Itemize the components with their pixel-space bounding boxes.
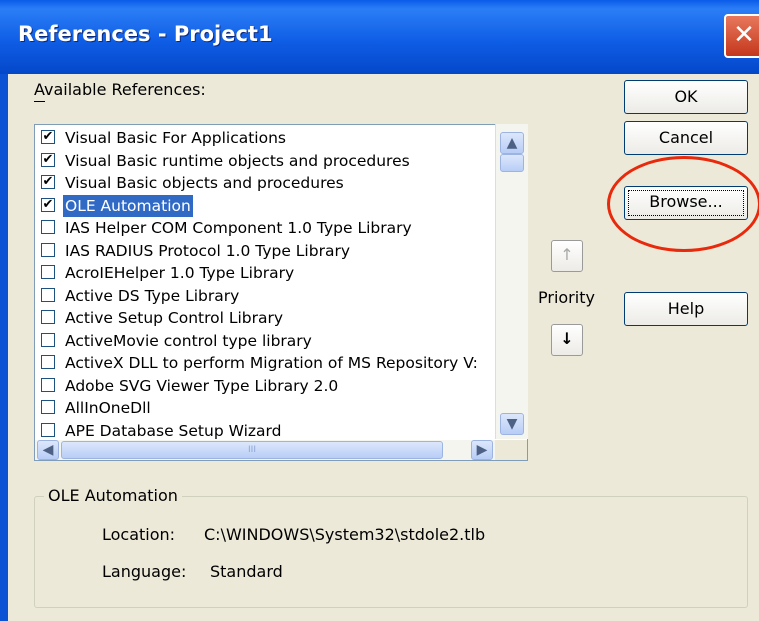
references-list[interactable]: ✔ Visual Basic For Applications ✔ Visual Ba…: [34, 124, 528, 461]
ok-button[interactable]: OK: [624, 80, 748, 114]
reference-item[interactable]: ✔ Visual Basic objects and procedures: [35, 172, 511, 195]
reference-label: Visual Basic For Applications: [65, 129, 286, 147]
reference-item[interactable]: ✔ Visual Basic runtime objects and proced…: [35, 150, 511, 173]
horizontal-scroll-thumb[interactable]: III: [61, 441, 443, 459]
scroll-thumb[interactable]: [500, 154, 524, 172]
reference-checkbox[interactable]: [41, 242, 55, 257]
arrow-up-icon: ↑: [560, 245, 574, 264]
reference-label: APE Database Setup Wizard: [65, 421, 282, 440]
reference-item[interactable]: Active DS Type Library: [35, 285, 511, 308]
reference-item[interactable]: ✔ Visual Basic For Applications: [35, 127, 511, 150]
reference-label: OLE Automation: [63, 194, 193, 217]
reference-checkbox[interactable]: [41, 220, 55, 234]
reference-label: Active Setup Control Library: [65, 309, 284, 327]
close-button[interactable]: ✕: [724, 14, 759, 58]
details-group-title: OLE Automation: [44, 486, 182, 505]
location-value: C:\WINDOWS\System32\stdole2.tlb: [204, 525, 486, 544]
chevron-down-icon: ▼: [506, 416, 518, 432]
chevron-up-icon: ▲: [506, 135, 518, 151]
scroll-left-button[interactable]: ◀: [37, 440, 59, 460]
scroll-right-button[interactable]: ▶: [471, 440, 493, 460]
reference-checkbox[interactable]: ✔: [41, 130, 55, 144]
references-dialog: References - Project1 ✕ Available Refere…: [0, 0, 759, 621]
window-border: [0, 74, 8, 621]
reference-item[interactable]: Active Setup Control Library: [35, 307, 511, 330]
chevron-right-icon: ▶: [476, 442, 488, 458]
reference-item[interactable]: Adobe SVG Viewer Type Library 2.0: [35, 375, 511, 398]
reference-checkbox[interactable]: [41, 265, 55, 279]
available-references-label: Available References:: [34, 80, 206, 99]
reference-item[interactable]: APE Database Setup Wizard: [35, 420, 511, 443]
title-bar[interactable]: References - Project1 ✕: [0, 0, 759, 74]
reference-item[interactable]: IAS RADIUS Protocol 1.0 Type Library: [35, 240, 511, 263]
reference-item[interactable]: AllInOneDll: [35, 397, 511, 420]
reference-item[interactable]: ✔ OLE Automation: [35, 194, 511, 218]
reference-label: IAS Helper COM Component 1.0 Type Librar…: [65, 219, 412, 237]
location-label: Location:: [102, 525, 176, 544]
reference-label: Adobe SVG Viewer Type Library 2.0: [65, 376, 339, 395]
reference-checkbox[interactable]: ✔: [41, 175, 55, 189]
reference-label: Visual Basic runtime objects and procedu…: [65, 151, 410, 170]
reference-label: IAS RADIUS Protocol 1.0 Type Library: [65, 241, 350, 260]
details-group: [34, 496, 748, 608]
chevron-left-icon: ◀: [42, 442, 54, 458]
scroll-corner: [495, 440, 527, 460]
reference-checkbox[interactable]: [41, 287, 55, 302]
priority-label: Priority: [538, 288, 595, 307]
language-value: Standard: [210, 562, 283, 581]
reference-label: ActiveX DLL to perform Migration of MS R…: [65, 354, 478, 372]
cancel-button[interactable]: Cancel: [624, 121, 748, 155]
reference-label: Visual Basic objects and procedures: [65, 174, 344, 192]
window-title: References - Project1: [18, 22, 273, 46]
accelerator-underline: [34, 101, 45, 102]
scroll-up-button[interactable]: ▲: [500, 132, 524, 154]
reference-label: AcroIEHelper 1.0 Type Library: [65, 264, 295, 282]
references-list-items: ✔ Visual Basic For Applications ✔ Visual Ba…: [35, 127, 511, 442]
reference-label: ActiveMovie control type library: [65, 331, 312, 350]
grip-icon: III: [248, 445, 256, 455]
scroll-down-button[interactable]: ▼: [500, 413, 524, 435]
horizontal-scrollbar[interactable]: ◀ III ▶: [35, 440, 495, 460]
highlight-circle: [607, 156, 759, 252]
close-icon: ✕: [733, 20, 755, 50]
language-label: Language:: [102, 562, 187, 581]
reference-item[interactable]: IAS Helper COM Component 1.0 Type Librar…: [35, 217, 511, 240]
reference-checkbox[interactable]: [41, 355, 55, 369]
reference-checkbox[interactable]: [41, 310, 55, 324]
priority-up-button[interactable]: ↑: [551, 240, 583, 272]
reference-item[interactable]: AcroIEHelper 1.0 Type Library: [35, 262, 511, 285]
arrow-down-icon: ↓: [560, 329, 574, 348]
reference-checkbox[interactable]: [41, 422, 55, 437]
reference-checkbox[interactable]: [41, 332, 55, 347]
reference-checkbox[interactable]: ✔: [41, 152, 55, 167]
reference-item[interactable]: ActiveMovie control type library: [35, 330, 511, 353]
reference-checkbox[interactable]: [41, 400, 55, 414]
priority-down-button[interactable]: ↓: [551, 324, 583, 356]
reference-checkbox[interactable]: ✔: [41, 197, 55, 212]
reference-label: AllInOneDll: [65, 399, 151, 417]
help-button[interactable]: Help: [624, 292, 748, 326]
reference-checkbox[interactable]: [41, 377, 55, 392]
reference-item[interactable]: ActiveX DLL to perform Migration of MS R…: [35, 352, 511, 375]
reference-label: Active DS Type Library: [65, 286, 240, 305]
vertical-scrollbar[interactable]: ▲ ▼: [495, 124, 528, 439]
